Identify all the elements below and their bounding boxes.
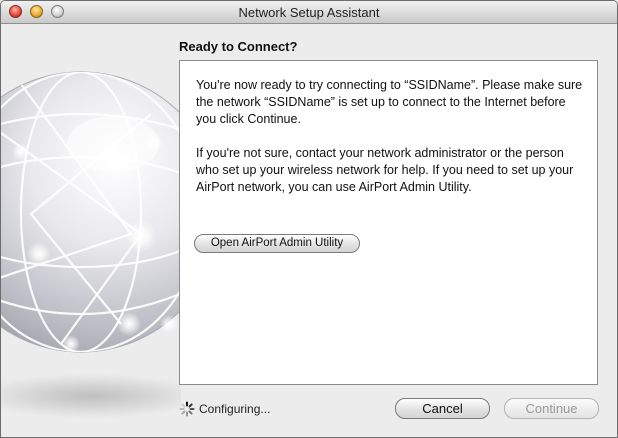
open-airport-admin-utility-button[interactable]: Open AirPort Admin Utility (194, 234, 360, 253)
cancel-button[interactable]: Cancel (395, 398, 490, 419)
page-heading: Ready to Connect? (179, 39, 298, 54)
globe-illustration (1, 24, 181, 437)
content-panel: You're now ready to try connecting to “S… (179, 60, 598, 385)
instructions-paragraph-2: If you're not sure, contact your network… (196, 146, 574, 194)
globe-icon (1, 71, 181, 418)
status-text: Configuring... (199, 402, 271, 416)
window-title: Network Setup Assistant (238, 5, 380, 20)
title-bar[interactable]: Network Setup Assistant (1, 1, 617, 24)
assistant-window: Network Setup Assistant Ready to Connect… (0, 0, 618, 438)
continue-button[interactable]: Continue (504, 398, 599, 419)
instructions-paragraph-1: You're now ready to try connecting to “S… (196, 78, 583, 126)
spinner-icon (179, 401, 195, 417)
